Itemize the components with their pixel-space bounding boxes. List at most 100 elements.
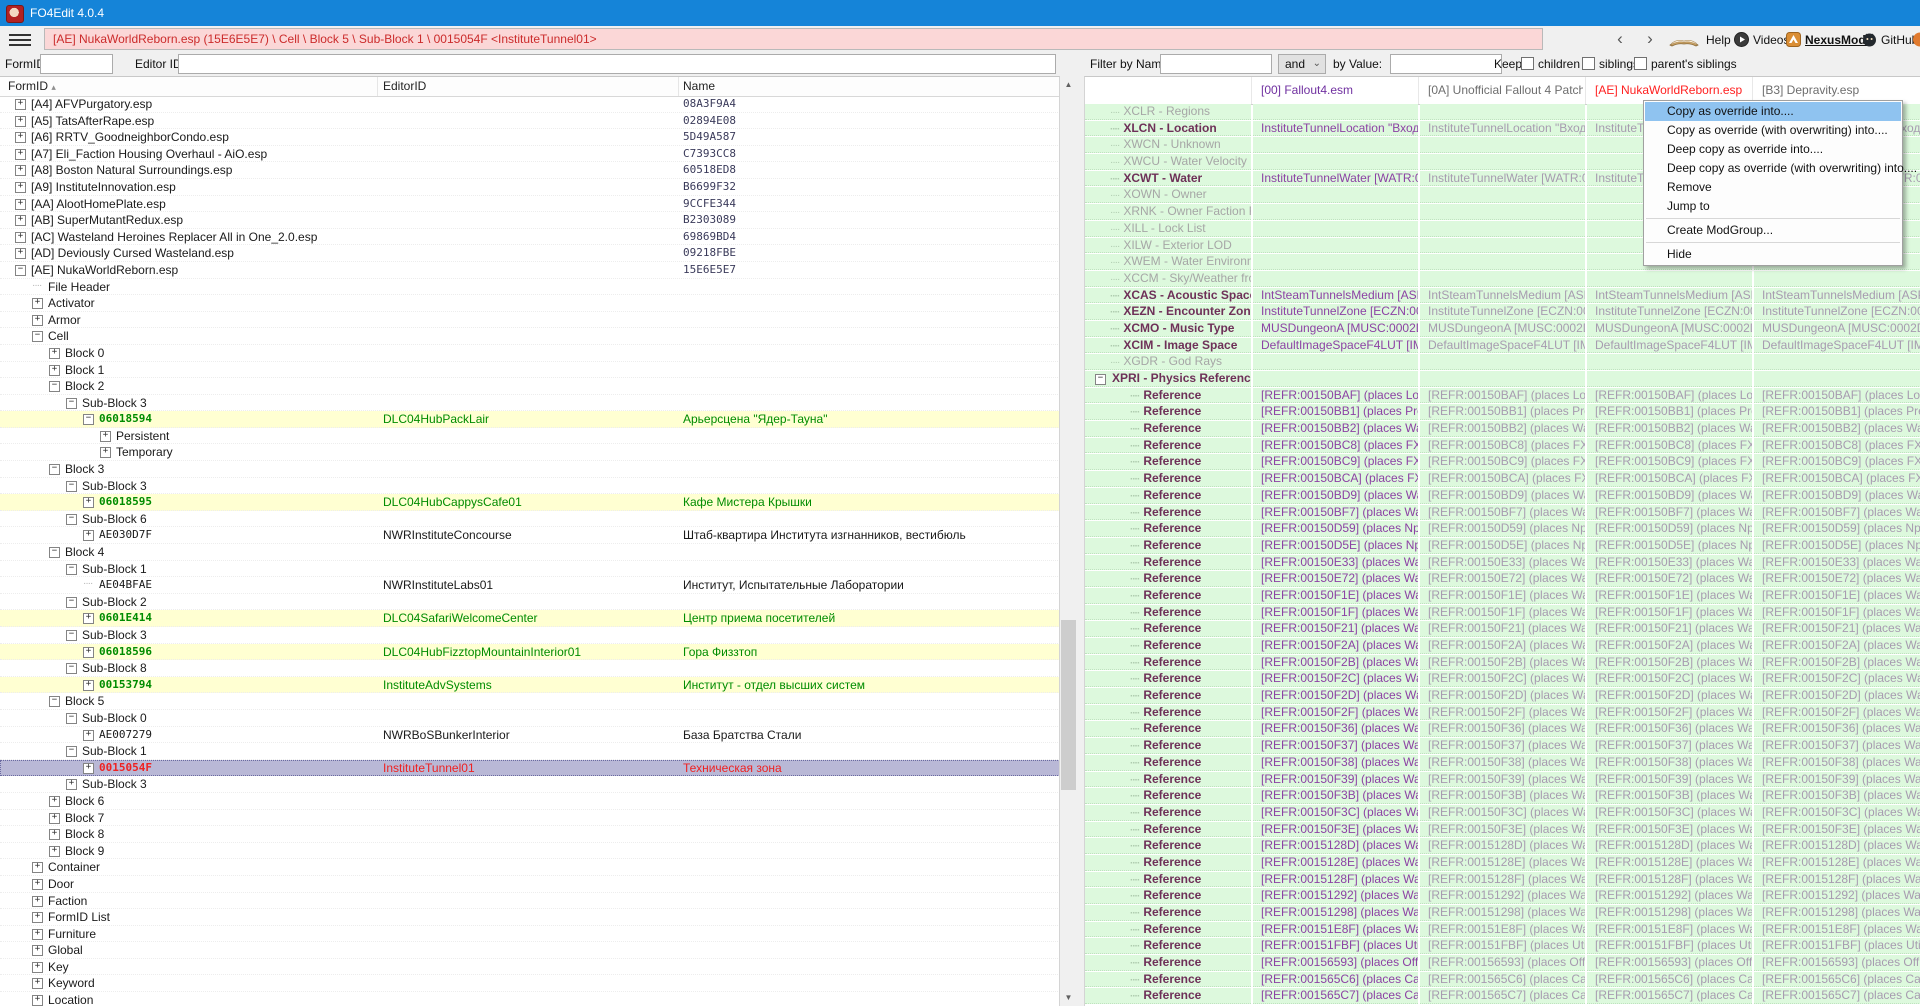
expand-icon[interactable]: +	[49, 813, 60, 824]
field-value-cell[interactable]: [REFR:00151E8F] (places Water10...	[1754, 922, 1920, 938]
field-value-cell[interactable]: [REFR:00150E72] (places Water10...	[1754, 571, 1920, 587]
field-value-cell[interactable]: [REFR:00150BB2] (places WallEm...	[1754, 421, 1920, 437]
field-name-cell[interactable]: ····XCMO - Music Type	[1085, 321, 1251, 337]
field-name-cell[interactable]: ····Reference	[1085, 655, 1251, 671]
field-value-cell[interactable]: [REFR:00150D5E] (places NpcCha...	[1420, 538, 1585, 554]
field-value-cell[interactable]: [REFR:00150F38] (places Water10...	[1754, 755, 1920, 771]
field-name-cell[interactable]: XPRI - Physics References (so...	[1085, 371, 1251, 387]
field-value-cell[interactable]: [REFR:00150F3C] (places Water10...	[1420, 805, 1585, 821]
field-value-cell[interactable]: [REFR:00150E72] (places Water10...	[1420, 571, 1585, 587]
tree-row[interactable]: +Persistent	[0, 428, 1059, 445]
field-value-cell[interactable]	[1253, 154, 1418, 170]
tree-row[interactable]: +00153794InstituteAdvSystemsИнститут - о…	[0, 677, 1059, 694]
field-value-cell[interactable]: [REFR:00151298] (places Water10...	[1587, 905, 1752, 921]
field-value-cell[interactable]: [REFR:00150E33] (places Water10...	[1754, 555, 1920, 571]
field-value-cell[interactable]: [REFR:0015128D] (places Water10...	[1587, 838, 1752, 854]
field-value-cell[interactable]: [REFR:00150BC9] (places FXDrips...	[1587, 454, 1752, 470]
field-value-cell[interactable]: [REFR:00150F2D] (places Water10...	[1754, 688, 1920, 704]
field-name-cell[interactable]: ····Reference	[1085, 471, 1251, 487]
field-value-cell[interactable]: [REFR:00150F2A] (places Water10...	[1253, 638, 1418, 654]
field-value-cell[interactable]: [REFR:00150BCA] (places FXDrips...	[1754, 471, 1920, 487]
field-name-cell[interactable]: ····Reference	[1085, 404, 1251, 420]
field-value-cell[interactable]: [REFR:00150BC9] (places FXDrips...	[1754, 454, 1920, 470]
field-value-cell[interactable]: [REFR:00150BCA] (places FXDrips...	[1420, 471, 1585, 487]
collapse-icon[interactable]: −	[66, 514, 77, 525]
expand-icon[interactable]: +	[32, 962, 43, 973]
context-menu-item[interactable]: Deep copy as override (with overwriting)…	[1645, 159, 1901, 178]
field-value-cell[interactable]	[1253, 271, 1418, 287]
expand-icon[interactable]: +	[83, 680, 94, 691]
tree-row[interactable]: +[A5] TatsAfterRape.esp02894E08	[0, 113, 1059, 130]
field-value-cell[interactable]: [REFR:00150F39] (places Water10...	[1587, 772, 1752, 788]
expand-icon[interactable]: +	[15, 132, 26, 143]
tree-row[interactable]: +Block 9	[0, 843, 1059, 860]
context-menu-item[interactable]: Deep copy as override into....	[1645, 140, 1901, 159]
field-value-cell[interactable]: InstituteTunnelZone [ECZN:0015...	[1587, 304, 1752, 320]
expand-icon[interactable]: +	[15, 182, 26, 193]
field-name-cell[interactable]: ····XCCM - Sky/Weather from R...	[1085, 271, 1251, 287]
field-name-cell[interactable]: ····Reference	[1085, 972, 1251, 988]
field-value-cell[interactable]: [REFR:00150F3E] (places Water10...	[1253, 822, 1418, 838]
field-value-cell[interactable]: [REFR:00150BB1] (places Prewar_...	[1420, 404, 1585, 420]
field-value-cell[interactable]: [REFR:00150F37] (places Water10...	[1253, 738, 1418, 754]
field-value-cell[interactable]	[1754, 371, 1920, 387]
field-value-cell[interactable]: [REFR:001565C6] (places CageBu...	[1754, 972, 1920, 988]
field-value-cell[interactable]	[1420, 204, 1585, 220]
expand-icon[interactable]: +	[32, 862, 43, 873]
field-value-cell[interactable]: [REFR:00150F3B] (places Water10...	[1754, 788, 1920, 804]
menu-icon[interactable]	[9, 31, 31, 47]
field-value-cell[interactable]: [REFR:00151292] (places Water10...	[1754, 888, 1920, 904]
field-value-cell[interactable]: InstituteTunnelWater [WATR:001...	[1420, 171, 1585, 187]
field-name-cell[interactable]: ····Reference	[1085, 571, 1251, 587]
tree-row[interactable]: −Block 3	[0, 461, 1059, 478]
field-value-cell[interactable]: [REFR:00150D59] (places NpcCha...	[1754, 521, 1920, 537]
field-value-cell[interactable]: [REFR:00150F21] (places Water10...	[1253, 621, 1418, 637]
keep-siblings-checkbox[interactable]	[1582, 57, 1595, 70]
field-name-cell[interactable]: ····Reference	[1085, 538, 1251, 554]
field-value-cell[interactable]: [REFR:00150F1E] (places Water10...	[1754, 588, 1920, 604]
collapse-icon[interactable]: −	[66, 746, 77, 757]
field-name-cell[interactable]: ····XCLR - Regions	[1085, 104, 1251, 120]
field-name-cell[interactable]: ····XLCN - Location	[1085, 121, 1251, 137]
field-value-cell[interactable]: [REFR:0015128F] (places Water10...	[1754, 872, 1920, 888]
collapse-icon[interactable]: −	[49, 547, 60, 558]
tree-row[interactable]: +Block 6	[0, 793, 1059, 810]
tree-row[interactable]: −06018594DLC04HubPackLairАрьерсцена "Яде…	[0, 411, 1059, 428]
tree-row[interactable]: +Door	[0, 876, 1059, 893]
field-name-cell[interactable]: ····XILL - Lock List	[1085, 221, 1251, 237]
field-value-cell[interactable]: [REFR:00150BAF] (places Loot_Pr...	[1754, 388, 1920, 404]
plugin-column-3[interactable]: [AE] NukaWorldReborn.esp	[1595, 83, 1750, 97]
expand-icon[interactable]: +	[15, 116, 26, 127]
field-name-cell[interactable]: ····Reference	[1085, 605, 1251, 621]
tree-scrollbar[interactable]: ▲ ▼	[1060, 76, 1077, 1006]
expand-icon[interactable]: +	[66, 779, 77, 790]
field-value-cell[interactable]: [REFR:00150F2F] (places Water10...	[1587, 705, 1752, 721]
tree-row[interactable]: −Cell	[0, 328, 1059, 345]
field-value-cell[interactable]: [REFR:00150F3E] (places Water10...	[1754, 822, 1920, 838]
expand-icon[interactable]: +	[15, 99, 26, 110]
field-value-cell[interactable]: [REFR:00150BB1] (places Prewar_...	[1754, 404, 1920, 420]
field-value-cell[interactable]: [REFR:00150F37] (places Water10...	[1754, 738, 1920, 754]
tree-row[interactable]: ····File Header	[0, 279, 1059, 296]
field-name-cell[interactable]: ····XGDR - God Rays	[1085, 354, 1251, 370]
field-value-cell[interactable]	[1420, 371, 1585, 387]
field-value-cell[interactable]	[1420, 221, 1585, 237]
field-value-cell[interactable]: DefaultImageSpaceF4LUT [IMGS:...	[1253, 338, 1418, 354]
field-value-cell[interactable]: [REFR:00151292] (places Water10...	[1253, 888, 1418, 904]
field-value-cell[interactable]: [REFR:00150F1E] (places Water10...	[1587, 588, 1752, 604]
tree-row[interactable]: +Sub-Block 3	[0, 776, 1059, 793]
context-menu-item[interactable]: Hide	[1645, 245, 1901, 264]
field-value-cell[interactable]: IntSteamTunnelsMedium [ASPC:...	[1754, 288, 1920, 304]
field-value-cell[interactable]: [REFR:00150F2D] (places Water10...	[1253, 688, 1418, 704]
field-name-cell[interactable]: ····Reference	[1085, 805, 1251, 821]
field-value-cell[interactable]: [REFR:00156593] (places OfficeD...	[1587, 955, 1752, 971]
field-value-cell[interactable]: [REFR:00150F1F] (places Water10...	[1754, 605, 1920, 621]
field-value-cell[interactable]: DefaultImageSpaceF4LUT [IMGS:...	[1754, 338, 1920, 354]
tree-row[interactable]: −Block 5	[0, 693, 1059, 710]
field-value-cell[interactable]: [REFR:00150F2B] (places Water10...	[1587, 655, 1752, 671]
field-value-cell[interactable]: [REFR:00156593] (places OfficeD...	[1420, 955, 1585, 971]
field-value-cell[interactable]: [REFR:00150F3B] (places Water10...	[1587, 788, 1752, 804]
tree-row[interactable]: +AE030D7FNWRInstituteConcourseШтаб-кварт…	[0, 527, 1059, 544]
tree-row[interactable]: +AE007279NWRBoSBunkerInteriorБаза Братст…	[0, 727, 1059, 744]
field-value-cell[interactable]: [REFR:0015128D] (places Water10...	[1420, 838, 1585, 854]
